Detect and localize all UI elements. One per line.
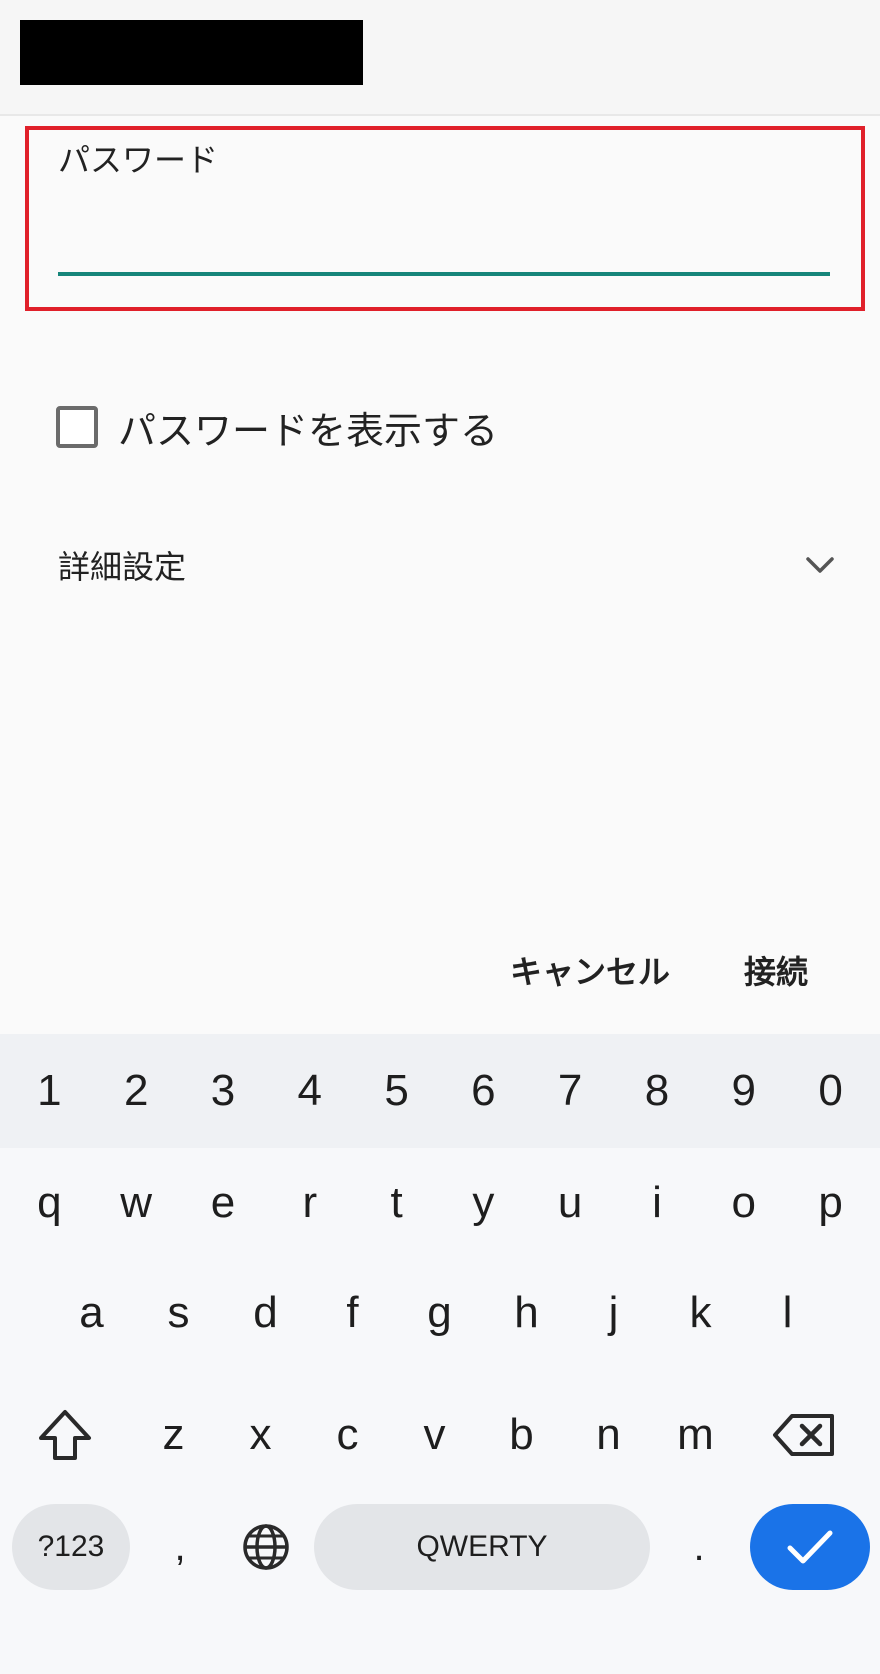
key-v[interactable]: v: [391, 1387, 478, 1483]
advanced-settings-label[interactable]: 詳細設定: [58, 542, 186, 588]
show-password-label[interactable]: パスワードを表示する: [118, 400, 498, 455]
password-input[interactable]: [58, 190, 830, 276]
key-g[interactable]: g: [396, 1265, 483, 1361]
chevron-down-icon[interactable]: [804, 549, 836, 581]
soft-keyboard: 1 2 3 4 5 6 7 8 9 0 q w e r t y u i o p …: [0, 1034, 880, 1674]
show-password-row[interactable]: パスワードを表示する: [56, 403, 498, 453]
advanced-settings-row[interactable]: 詳細設定: [58, 540, 836, 590]
key-e[interactable]: e: [182, 1155, 264, 1251]
dialog-actions: キャンセル 接続: [510, 945, 808, 995]
globe-icon: [243, 1524, 289, 1570]
key-i[interactable]: i: [616, 1155, 698, 1251]
keyboard-row-zxcv: z x c v b n m: [0, 1380, 880, 1490]
key-7[interactable]: 7: [529, 1043, 611, 1139]
connect-button[interactable]: 接続: [744, 947, 808, 993]
checkmark-icon: [787, 1530, 833, 1564]
space-key[interactable]: QWERTY: [314, 1504, 650, 1590]
redacted-title: [20, 20, 363, 85]
backspace-key[interactable]: [739, 1387, 869, 1483]
key-u[interactable]: u: [529, 1155, 611, 1251]
key-4[interactable]: 4: [269, 1043, 351, 1139]
key-9[interactable]: 9: [703, 1043, 785, 1139]
key-n[interactable]: n: [565, 1387, 652, 1483]
key-q[interactable]: q: [8, 1155, 90, 1251]
shift-icon: [39, 1410, 91, 1460]
comma-key[interactable]: ,: [150, 1499, 210, 1595]
key-d[interactable]: d: [222, 1265, 309, 1361]
key-w[interactable]: w: [95, 1155, 177, 1251]
key-2[interactable]: 2: [95, 1043, 177, 1139]
key-8[interactable]: 8: [616, 1043, 698, 1139]
key-x[interactable]: x: [217, 1387, 304, 1483]
top-app-bar: [0, 0, 880, 116]
cancel-button[interactable]: キャンセル: [510, 947, 670, 993]
key-y[interactable]: y: [442, 1155, 524, 1251]
key-1[interactable]: 1: [8, 1043, 90, 1139]
key-l[interactable]: l: [744, 1265, 831, 1361]
shift-key[interactable]: [0, 1387, 130, 1483]
key-5[interactable]: 5: [356, 1043, 438, 1139]
key-c[interactable]: c: [304, 1387, 391, 1483]
enter-key[interactable]: [750, 1504, 870, 1590]
key-0[interactable]: 0: [790, 1043, 872, 1139]
key-s[interactable]: s: [135, 1265, 222, 1361]
key-m[interactable]: m: [652, 1387, 739, 1483]
key-j[interactable]: j: [570, 1265, 657, 1361]
key-b[interactable]: b: [478, 1387, 565, 1483]
key-f[interactable]: f: [309, 1265, 396, 1361]
key-o[interactable]: o: [703, 1155, 785, 1251]
key-t[interactable]: t: [356, 1155, 438, 1251]
password-label: パスワード: [58, 141, 219, 179]
key-p[interactable]: p: [790, 1155, 872, 1251]
period-key[interactable]: .: [666, 1499, 732, 1595]
key-h[interactable]: h: [483, 1265, 570, 1361]
key-z[interactable]: z: [130, 1387, 217, 1483]
key-a[interactable]: a: [48, 1265, 135, 1361]
backspace-icon: [773, 1414, 834, 1456]
key-3[interactable]: 3: [182, 1043, 264, 1139]
keyboard-row-asdf: a s d f g h j k l: [0, 1258, 880, 1368]
show-password-checkbox[interactable]: [56, 406, 98, 448]
key-6[interactable]: 6: [442, 1043, 524, 1139]
keyboard-row-qwerty: q w e r t y u i o p: [0, 1148, 880, 1258]
key-r[interactable]: r: [269, 1155, 351, 1251]
keyboard-number-row: 1 2 3 4 5 6 7 8 9 0: [0, 1034, 880, 1148]
globe-key[interactable]: [226, 1499, 306, 1595]
key-k[interactable]: k: [657, 1265, 744, 1361]
symbols-key[interactable]: ?123: [12, 1504, 130, 1590]
keyboard-bottom-row: ?123 , QWERTY .: [0, 1492, 880, 1602]
